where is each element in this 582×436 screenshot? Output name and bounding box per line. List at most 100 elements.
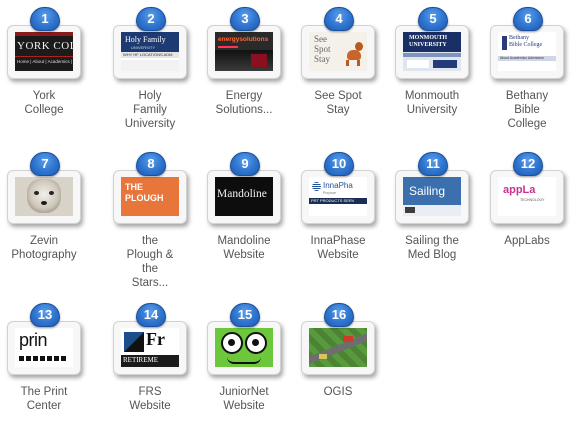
print-logo: prin bbox=[19, 330, 48, 350]
item-label[interactable]: Mandoline Website bbox=[196, 234, 292, 262]
portfolio-item-the-plough[interactable]: 8 THE PLOUGH the Plough & the Stars... bbox=[112, 145, 202, 289]
thumbnail-frame[interactable]: energysolutions bbox=[207, 25, 281, 79]
thumbnail-frame[interactable]: InnaPha Purpose PRT PRODUCTS SERV bbox=[301, 170, 375, 224]
thumbnail-frame[interactable]: prin bbox=[7, 321, 81, 375]
innaphase-globe bbox=[312, 182, 321, 191]
item-number-badge: 7 bbox=[30, 152, 60, 176]
portfolio-item-sailing-the-med[interactable]: 11 Sailing Sailing the Med Blog bbox=[394, 145, 484, 285]
innaphase-nav: PRT PRODUCTS SERV bbox=[311, 198, 355, 203]
plough-screenshot: THE PLOUGH bbox=[121, 177, 179, 216]
ogis-screenshot bbox=[309, 328, 367, 367]
mandoline-logo: Mandoline bbox=[217, 188, 267, 200]
item-label[interactable]: The Print Center bbox=[0, 385, 92, 413]
item-label[interactable]: OGIS bbox=[290, 385, 386, 399]
item-label[interactable]: Bethany Bible College bbox=[479, 89, 575, 131]
york-nav: Home | About | Academics | bbox=[17, 59, 73, 64]
thumbnail-frame[interactable]: Mandoline bbox=[207, 170, 281, 224]
thumbnail-frame[interactable] bbox=[207, 321, 281, 375]
york-logo: YORK COLLE bbox=[17, 40, 73, 52]
portfolio-item-monmouth-university[interactable]: 5 MONMOUTH UNIVERSITY Monmouth University bbox=[394, 0, 484, 140]
spot-logo: See Spot Stay bbox=[314, 34, 331, 64]
dog-nose bbox=[41, 201, 47, 205]
dog-face bbox=[27, 179, 61, 213]
right-pupil bbox=[252, 339, 259, 346]
portfolio-item-holy-family[interactable]: 2 Holy Family UNIVERSITY WHY HF LOCATION… bbox=[112, 0, 202, 140]
thumbnail-frame[interactable]: THE PLOUGH bbox=[113, 170, 187, 224]
divider bbox=[15, 56, 73, 57]
map-marker bbox=[343, 336, 353, 342]
portfolio-item-bethany-bible-college[interactable]: 6 Bethany Bible College About Academics A… bbox=[489, 0, 579, 140]
thumbnail-frame[interactable]: MONMOUTH UNIVERSITY bbox=[395, 25, 469, 79]
item-label[interactable]: See Spot Stay bbox=[290, 89, 386, 117]
thumbnail-frame[interactable]: YORK COLLE Home | About | Academics | bbox=[7, 25, 81, 79]
item-label[interactable]: FRS Website bbox=[102, 385, 198, 413]
item-number-badge: 8 bbox=[136, 152, 166, 176]
thumbnail-frame[interactable]: Bethany Bible College About Academics Adm… bbox=[490, 25, 564, 79]
item-label[interactable]: Sailing the Med Blog bbox=[384, 234, 480, 262]
portfolio-item-juniornet[interactable]: 15 JuniorNet Website bbox=[206, 296, 296, 436]
red-block bbox=[251, 54, 267, 67]
item-label[interactable]: York College bbox=[0, 89, 92, 117]
monmouth-screenshot: MONMOUTH UNIVERSITY bbox=[403, 32, 461, 71]
thumb-block bbox=[405, 207, 415, 213]
item-label[interactable]: AppLabs bbox=[479, 234, 575, 248]
dog-head bbox=[355, 42, 363, 51]
item-number-badge: 14 bbox=[136, 303, 166, 327]
portfolio-item-ogis[interactable]: 16 OGIS bbox=[300, 296, 390, 436]
portfolio-item-see-spot-stay[interactable]: 4 See Spot Stay See Spot Stay bbox=[300, 0, 390, 140]
juniornet-screenshot bbox=[215, 328, 273, 367]
holy-family-screenshot: Holy Family UNIVERSITY WHY HF LOCATIONS … bbox=[121, 32, 179, 71]
item-label[interactable]: the Plough & the Stars... bbox=[102, 234, 198, 290]
sailing-logo: Sailing bbox=[409, 184, 446, 198]
portfolio-item-applabs[interactable]: 12 appLa TECHNOLOGY AppLabs bbox=[489, 145, 579, 285]
portfolio-grid: 1 YORK COLLE Home | About | Academics | … bbox=[0, 0, 582, 425]
item-label[interactable]: Monmouth University bbox=[384, 89, 480, 117]
holy-sub: UNIVERSITY bbox=[131, 45, 156, 50]
item-number-badge: 16 bbox=[324, 303, 354, 327]
energy-logo: energysolutions bbox=[218, 36, 269, 43]
thumbnail-frame[interactable] bbox=[301, 321, 375, 375]
thumbnail-frame[interactable]: See Spot Stay bbox=[301, 25, 375, 79]
portfolio-item-mandoline[interactable]: 9 Mandoline Mandoline Website bbox=[206, 145, 296, 285]
content-area bbox=[121, 60, 179, 71]
energy-solutions-screenshot: energysolutions bbox=[215, 32, 273, 71]
sailing-screenshot: Sailing bbox=[403, 177, 461, 216]
holy-nav: WHY HF LOCATIONS ADM bbox=[123, 52, 173, 57]
item-label[interactable]: Holy Family University bbox=[102, 89, 198, 131]
portfolio-item-energy-solutions[interactable]: 3 energysolutions Energy Solutions... bbox=[206, 0, 296, 140]
item-label[interactable]: JuniorNet Website bbox=[196, 385, 292, 413]
bethany-nav: About Academics Admission bbox=[500, 56, 544, 60]
innaphase-screenshot: InnaPha Purpose PRT PRODUCTS SERV bbox=[309, 177, 367, 216]
applabs-sub: TECHNOLOGY bbox=[520, 198, 545, 202]
item-number-badge: 12 bbox=[513, 152, 543, 176]
monmouth-logo: MONMOUTH UNIVERSITY bbox=[409, 35, 447, 48]
dog-eye bbox=[49, 191, 54, 195]
portfolio-item-york-college[interactable]: 1 YORK COLLE Home | About | Academics | … bbox=[6, 0, 96, 140]
map-marker bbox=[319, 354, 327, 359]
thumbnail-frame[interactable]: appLa TECHNOLOGY bbox=[490, 170, 564, 224]
bethany-logo: Bethany Bible College bbox=[509, 35, 543, 48]
mandoline-screenshot: Mandoline bbox=[215, 177, 273, 216]
item-label[interactable]: Zevin Photography bbox=[0, 234, 92, 262]
thumbnail-frame[interactable]: Fr RETIREME bbox=[113, 321, 187, 375]
portfolio-item-innaphase[interactable]: 10 InnaPha Purpose PRT PRODUCTS SERV Inn… bbox=[300, 145, 390, 285]
thumbnail-frame[interactable]: Sailing bbox=[395, 170, 469, 224]
portfolio-item-the-print-center[interactable]: 13 prin The Print Center bbox=[6, 296, 96, 436]
frs-logo: Fr bbox=[146, 329, 165, 349]
print-center-screenshot: prin bbox=[15, 328, 73, 367]
thumbnail-frame[interactable] bbox=[7, 170, 81, 224]
dog-eye bbox=[34, 191, 39, 195]
item-label[interactable]: InnaPhase Website bbox=[290, 234, 386, 262]
left-pupil bbox=[228, 339, 235, 346]
bethany-screenshot: Bethany Bible College About Academics Adm… bbox=[498, 32, 556, 71]
item-number-badge: 13 bbox=[30, 303, 60, 327]
item-label[interactable]: Energy Solutions... bbox=[196, 89, 292, 117]
top-stripe bbox=[15, 32, 73, 36]
plough-logo: THE PLOUGH bbox=[125, 182, 164, 203]
frs-emblem bbox=[124, 332, 144, 352]
portfolio-item-zevin-photography[interactable]: 7 Zevin Photography bbox=[6, 145, 96, 285]
item-number-badge: 11 bbox=[418, 152, 448, 176]
thumbnail-frame[interactable]: Holy Family UNIVERSITY WHY HF LOCATIONS … bbox=[113, 25, 187, 79]
portfolio-item-frs[interactable]: 14 Fr RETIREME FRS Website bbox=[112, 296, 202, 436]
nav-bar bbox=[403, 53, 461, 57]
